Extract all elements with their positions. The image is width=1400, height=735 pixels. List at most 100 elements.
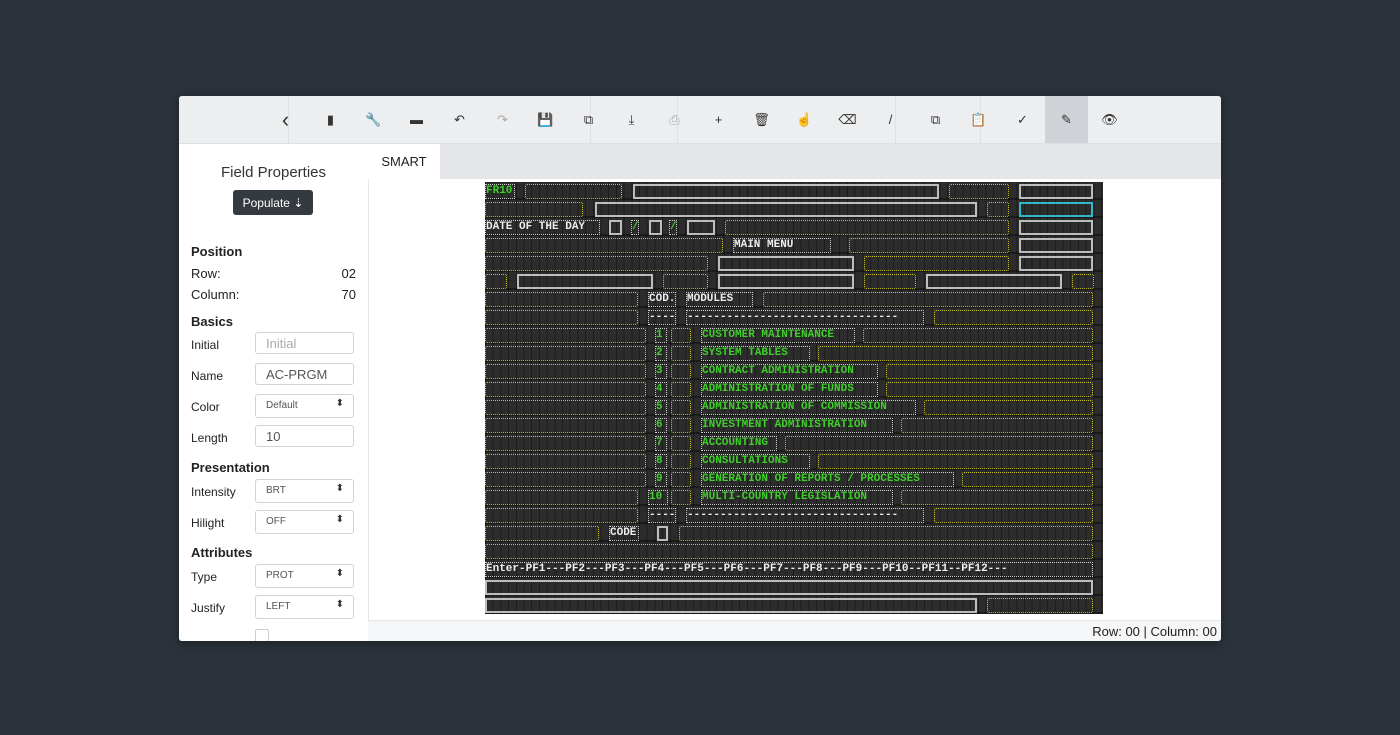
option-select-field[interactable]: [671, 364, 691, 379]
input-field[interactable]: [485, 544, 1093, 559]
input-field[interactable]: [962, 472, 1093, 487]
menu-option-label[interactable]: CONTRACT ADMINISTRATION: [701, 364, 878, 379]
input-field[interactable]: [864, 256, 1009, 271]
eraser-button[interactable]: ⌫: [826, 96, 869, 143]
input-field[interactable]: [485, 274, 507, 289]
input-field[interactable]: [987, 202, 1009, 217]
input-field[interactable]: [818, 346, 1093, 361]
redo-button[interactable]: ↷: [481, 96, 524, 143]
option-select-field[interactable]: [671, 346, 691, 361]
populate-button[interactable]: Populate ⇣: [233, 190, 313, 215]
download-button[interactable]: ⤓: [610, 96, 653, 143]
input-field[interactable]: [863, 328, 1093, 343]
month-field[interactable]: [649, 220, 662, 235]
input-field[interactable]: [485, 202, 583, 217]
option-select-field[interactable]: [671, 418, 691, 433]
copy-button[interactable]: ⧉: [914, 96, 957, 143]
input-field[interactable]: [679, 526, 1093, 541]
input-field[interactable]: [485, 238, 723, 253]
undo-button[interactable]: ↶: [438, 96, 481, 143]
input-field[interactable]: [785, 436, 1093, 451]
menu-option-label[interactable]: SYSTEM TABLES: [701, 346, 810, 361]
input-field[interactable]: [886, 382, 1093, 397]
terminal-screen[interactable]: FR10 DATE OF THE DAY / / MAIN MENU COD. MODULE…: [485, 182, 1103, 614]
menu-option-label[interactable]: ADMINISTRATION OF COMMISSION: [701, 400, 916, 415]
open-folder-button[interactable]: ▬: [395, 96, 438, 143]
input-field[interactable]: [485, 436, 646, 451]
code-input[interactable]: [657, 526, 668, 541]
input-field[interactable]: [485, 526, 599, 541]
input-field[interactable]: [934, 508, 1093, 523]
option-select-field[interactable]: [671, 328, 691, 343]
menu-option-label[interactable]: ACCOUNTING: [701, 436, 777, 451]
name-input[interactable]: AC-PRGM: [255, 363, 354, 385]
justify-select[interactable]: LEFT ⬍: [255, 595, 354, 619]
menu-option-label[interactable]: INVESTMENT ADMINISTRATION: [701, 418, 893, 433]
input-field[interactable]: [934, 310, 1093, 325]
option-select-field[interactable]: [671, 382, 691, 397]
option-select-field[interactable]: [671, 472, 691, 487]
input-field[interactable]: [725, 220, 1009, 235]
input-field[interactable]: [485, 454, 646, 469]
save-button[interactable]: 💾: [524, 96, 567, 143]
year-field[interactable]: [687, 220, 715, 235]
input-field[interactable]: [924, 400, 1093, 415]
input-field[interactable]: [886, 364, 1093, 379]
selected-field[interactable]: [1019, 202, 1093, 217]
eye-button[interactable]: 👁: [1088, 96, 1131, 143]
intensity-select[interactable]: BRT ⬍: [255, 479, 354, 503]
input-field[interactable]: [849, 238, 1009, 253]
option-select-field[interactable]: [671, 436, 691, 451]
input-field[interactable]: [485, 472, 646, 487]
length-input[interactable]: 10: [255, 425, 354, 447]
pointer-hand-button[interactable]: ☝: [783, 96, 826, 143]
pencil-button[interactable]: ✎: [1045, 96, 1088, 143]
input-field[interactable]: [901, 418, 1093, 433]
menu-option-label[interactable]: CONSULTATIONS: [701, 454, 810, 469]
input-field[interactable]: [485, 382, 646, 397]
day-field[interactable]: [609, 220, 622, 235]
menu-option-label[interactable]: CUSTOMER MAINTENANCE: [701, 328, 855, 343]
brush-button[interactable]: /: [869, 96, 912, 143]
input-field[interactable]: [949, 184, 1009, 199]
wrench-button[interactable]: 🔧: [352, 96, 395, 143]
input-field[interactable]: [663, 274, 708, 289]
option-select-field[interactable]: [671, 400, 691, 415]
input-field[interactable]: [485, 490, 638, 505]
input-field[interactable]: [525, 184, 622, 199]
hilight-select[interactable]: OFF ⬍: [255, 510, 354, 534]
input-field[interactable]: [987, 598, 1093, 613]
input-field[interactable]: [485, 310, 638, 325]
back-button[interactable]: ‹: [264, 96, 307, 143]
input-field[interactable]: [485, 400, 646, 415]
menu-option-label[interactable]: MULTI-COUNTRY LEGISLATION: [701, 490, 893, 505]
input-field[interactable]: [485, 346, 646, 361]
input-field[interactable]: [901, 490, 1093, 505]
input-field[interactable]: [485, 292, 638, 307]
menu-option-label[interactable]: GENERATION OF REPORTS / PROCESSES: [701, 472, 954, 487]
input-field[interactable]: [485, 508, 638, 523]
option-select-field[interactable]: [671, 454, 691, 469]
pdf-button[interactable]: ⎙: [653, 96, 696, 143]
option-select-field[interactable]: [671, 490, 691, 505]
input-field[interactable]: [485, 364, 646, 379]
paste-button[interactable]: 📋: [957, 96, 1000, 143]
initial-input[interactable]: Initial: [255, 332, 354, 354]
type-select[interactable]: PROT ⬍: [255, 564, 354, 588]
input-field[interactable]: [485, 328, 646, 343]
input-field[interactable]: [485, 256, 708, 271]
check-button[interactable]: ✓: [1001, 96, 1044, 143]
input-field[interactable]: [864, 274, 916, 289]
menu-option-label[interactable]: ADMINISTRATION OF FUNDS: [701, 382, 878, 397]
checkbox[interactable]: [255, 629, 269, 641]
new-file-button[interactable]: ▮: [309, 96, 352, 143]
save-as-button[interactable]: ⧉: [567, 96, 610, 143]
add-button[interactable]: +: [697, 96, 740, 143]
input-field[interactable]: [818, 454, 1093, 469]
input-field[interactable]: [1072, 274, 1094, 289]
input-field[interactable]: [485, 418, 646, 433]
input-field[interactable]: [763, 292, 1093, 307]
trash-button[interactable]: 🗑: [740, 96, 783, 143]
tab-smart[interactable]: SMART: [368, 144, 440, 179]
color-select[interactable]: Default ⬍: [255, 394, 354, 418]
